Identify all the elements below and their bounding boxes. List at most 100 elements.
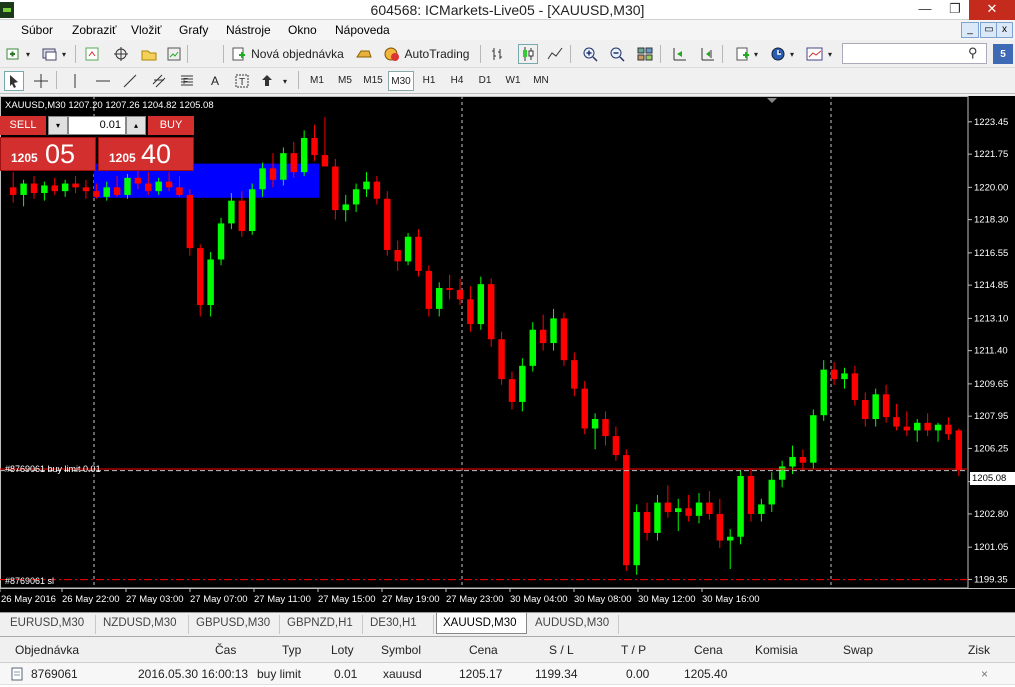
minimize-button[interactable]: — bbox=[910, 0, 940, 20]
candle-body bbox=[456, 289, 464, 300]
clock-icon[interactable] bbox=[768, 44, 788, 64]
lot-size-input[interactable]: 0.01 bbox=[68, 116, 126, 135]
timeframe-m1[interactable]: M1 bbox=[304, 71, 330, 91]
col-time[interactable]: Čas bbox=[215, 643, 236, 657]
chart-shift-icon[interactable] bbox=[697, 44, 717, 64]
close-button[interactable]: ✕ bbox=[969, 0, 1015, 20]
col-profit[interactable]: Zisk bbox=[968, 643, 990, 657]
tester-icon[interactable] bbox=[164, 44, 184, 64]
zoom-out-icon[interactable] bbox=[607, 44, 627, 64]
tab-nzdusd-m30[interactable]: NZDUSD,M30 bbox=[97, 615, 189, 634]
menu-nastroje[interactable]: Nástroje bbox=[226, 23, 271, 37]
candle-body bbox=[914, 422, 921, 431]
col-sl[interactable]: S / L bbox=[549, 643, 574, 657]
timeframe-m30[interactable]: M30 bbox=[388, 71, 414, 91]
timeframe-m5[interactable]: M5 bbox=[332, 71, 358, 91]
arrows-icon[interactable] bbox=[258, 71, 278, 91]
col-price[interactable]: Cena bbox=[469, 643, 498, 657]
vertical-line-icon[interactable] bbox=[65, 71, 85, 91]
chevron-down-icon[interactable]: ▾ bbox=[281, 71, 289, 91]
tab-de30-h1[interactable]: DE30,H1 bbox=[364, 615, 434, 634]
folder-star-icon[interactable] bbox=[139, 44, 159, 64]
child-close-button[interactable]: x bbox=[996, 22, 1013, 38]
sell-button[interactable]: SELL bbox=[0, 116, 46, 135]
market-watch-icon[interactable] bbox=[82, 44, 102, 64]
tab-gbpnzd-h1[interactable]: GBPNZD,H1 bbox=[281, 615, 363, 634]
chevron-down-icon[interactable]: ▾ bbox=[24, 44, 32, 64]
search-icon[interactable]: ⚲ bbox=[968, 45, 978, 61]
order-sl: 1199.34 bbox=[535, 667, 578, 681]
indicators-icon[interactable] bbox=[733, 44, 753, 64]
col-lots[interactable]: Loty bbox=[331, 643, 354, 657]
timeframe-m15[interactable]: M15 bbox=[360, 71, 386, 91]
gold-bar-icon[interactable] bbox=[354, 44, 374, 64]
col-current-price[interactable]: Cena bbox=[694, 643, 723, 657]
chevron-down-icon[interactable]: ▾ bbox=[60, 44, 68, 64]
buy-price-box[interactable]: 1205 40 bbox=[98, 137, 194, 171]
crosshair-icon[interactable] bbox=[111, 44, 131, 64]
zoom-in-icon[interactable] bbox=[580, 44, 600, 64]
col-swap[interactable]: Swap bbox=[843, 643, 873, 657]
timeframe-d1[interactable]: D1 bbox=[472, 71, 498, 91]
notifications-icon[interactable]: 5 bbox=[993, 44, 1013, 64]
new-chart-icon[interactable] bbox=[3, 44, 23, 64]
candle-body bbox=[20, 183, 27, 195]
candlestick-chart-icon[interactable] bbox=[518, 44, 538, 64]
tile-windows-icon[interactable] bbox=[635, 44, 655, 64]
table-row[interactable]: 8769061 2016.05.30 16:00:13 buy limit 0.… bbox=[0, 663, 1015, 685]
fibonacci-icon[interactable]: F bbox=[177, 71, 197, 91]
horizontal-line-icon[interactable] bbox=[93, 71, 113, 91]
trend-line-icon[interactable] bbox=[120, 71, 140, 91]
candle-body bbox=[716, 513, 724, 541]
tab-xauusd-m30[interactable]: XAUUSD,M30 bbox=[436, 613, 527, 634]
menu-subor[interactable]: Súbor bbox=[21, 23, 53, 37]
autotrading-button[interactable]: AutoTrading bbox=[380, 44, 472, 64]
tab-gbpusd-m30[interactable]: GBPUSD,M30 bbox=[190, 615, 280, 634]
col-symbol[interactable]: Symbol bbox=[381, 643, 421, 657]
lot-increase-icon[interactable]: ▴ bbox=[126, 116, 146, 135]
col-tp[interactable]: T / P bbox=[621, 643, 646, 657]
search-input[interactable] bbox=[842, 43, 987, 64]
profiles-icon[interactable] bbox=[40, 44, 60, 64]
chevron-down-icon[interactable]: ▾ bbox=[826, 44, 834, 64]
candle-body bbox=[768, 479, 775, 505]
candle-body bbox=[51, 185, 58, 192]
menu-vlozit[interactable]: Vložiť bbox=[131, 23, 162, 37]
candle-body bbox=[186, 194, 194, 249]
child-minimize-button[interactable]: _ bbox=[961, 22, 979, 38]
crosshair-tool-icon[interactable] bbox=[31, 71, 51, 91]
timeframe-mn[interactable]: MN bbox=[528, 71, 554, 91]
channel-icon[interactable] bbox=[149, 71, 169, 91]
timeframe-w1[interactable]: W1 bbox=[500, 71, 526, 91]
cursor-icon[interactable] bbox=[4, 71, 24, 91]
current-price-label: 1205.08 bbox=[970, 472, 1015, 485]
buy-button[interactable]: BUY bbox=[148, 116, 194, 135]
tab-audusd-m30[interactable]: AUDUSD,M30 bbox=[529, 615, 619, 634]
tab-eurusd-m30[interactable]: EURUSD,M30 bbox=[4, 615, 96, 634]
sell-price-box[interactable]: 1205 05 bbox=[0, 137, 96, 171]
lot-decrease-icon[interactable]: ▾ bbox=[48, 116, 68, 135]
menu-okno[interactable]: Okno bbox=[288, 23, 317, 37]
text-tool-icon[interactable]: A bbox=[205, 71, 225, 91]
candlestick-chart[interactable]: 1223.45 1221.75 1220.00 1218.30 1216.55 1214.… bbox=[0, 96, 1015, 612]
autoscroll-icon[interactable] bbox=[669, 44, 689, 64]
chevron-down-icon[interactable]: ▾ bbox=[788, 44, 796, 64]
timeframe-h4[interactable]: H4 bbox=[444, 71, 470, 91]
menu-grafy[interactable]: Grafy bbox=[179, 23, 208, 37]
line-chart-icon[interactable] bbox=[545, 44, 565, 64]
maximize-button[interactable]: ❐ bbox=[940, 0, 970, 20]
candle-body bbox=[384, 198, 391, 251]
col-commission[interactable]: Komisia bbox=[755, 643, 798, 657]
price-chart[interactable]: 1223.45 1221.75 1220.00 1218.30 1216.55 1214.… bbox=[0, 96, 1015, 612]
bar-chart-icon[interactable] bbox=[488, 44, 508, 64]
chevron-down-icon[interactable]: ▾ bbox=[752, 44, 760, 64]
close-order-icon[interactable]: × bbox=[981, 667, 988, 681]
templates-icon[interactable] bbox=[805, 44, 825, 64]
timeframe-h1[interactable]: H1 bbox=[416, 71, 442, 91]
menu-napoveda[interactable]: Nápoveda bbox=[335, 23, 390, 37]
menu-zobrazit[interactable]: Zobraziť bbox=[72, 23, 117, 37]
col-type[interactable]: Typ bbox=[282, 643, 301, 657]
col-order[interactable]: Objednávka bbox=[15, 643, 79, 657]
new-order-button[interactable]: Nová objednávka bbox=[230, 44, 345, 64]
text-label-icon[interactable]: T bbox=[232, 71, 252, 91]
